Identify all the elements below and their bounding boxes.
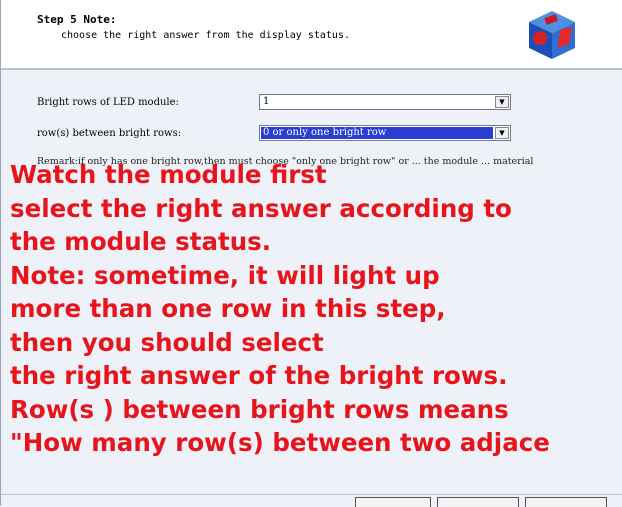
annotation-line: select the right answer according to <box>10 193 512 223</box>
dropdown-arrow-icon[interactable]: ▼ <box>495 96 509 108</box>
cube-logo-icon <box>529 11 575 59</box>
step-header: Step 5 Note: choose the right answer fro… <box>1 0 622 70</box>
between-rows-value: 0 or only one bright row <box>261 127 493 139</box>
annotation-line: Row(s ) between bright rows means <box>10 394 509 424</box>
annotation-line: then you should select <box>10 327 324 357</box>
annotation-line: more than one row in this step, <box>10 294 446 323</box>
bright-rows-value: 1 <box>263 96 270 107</box>
step-title: Step 5 Note: <box>37 13 117 26</box>
annotation-overlay: Watch the module first select the right … <box>10 158 622 460</box>
annotation-line: the module status. <box>10 227 272 256</box>
annotation-line: Note: sometime, it will light up <box>10 260 440 290</box>
annotation-line: Watch the module first <box>10 160 327 189</box>
between-rows-label: row(s) between bright rows: <box>37 128 182 139</box>
step-description: choose the right answer from the display… <box>61 30 350 41</box>
annotation-line: the right answer of the bright rows. <box>10 361 508 390</box>
annotation-line: "How many row(s) between two adjace <box>10 428 550 457</box>
bright-rows-select[interactable]: 1 ▼ <box>259 94 511 110</box>
between-rows-select[interactable]: 0 or only one bright row ▼ <box>259 125 511 141</box>
bright-rows-label: Bright rows of LED module: <box>37 97 179 108</box>
dropdown-arrow-icon[interactable]: ▼ <box>495 127 509 139</box>
